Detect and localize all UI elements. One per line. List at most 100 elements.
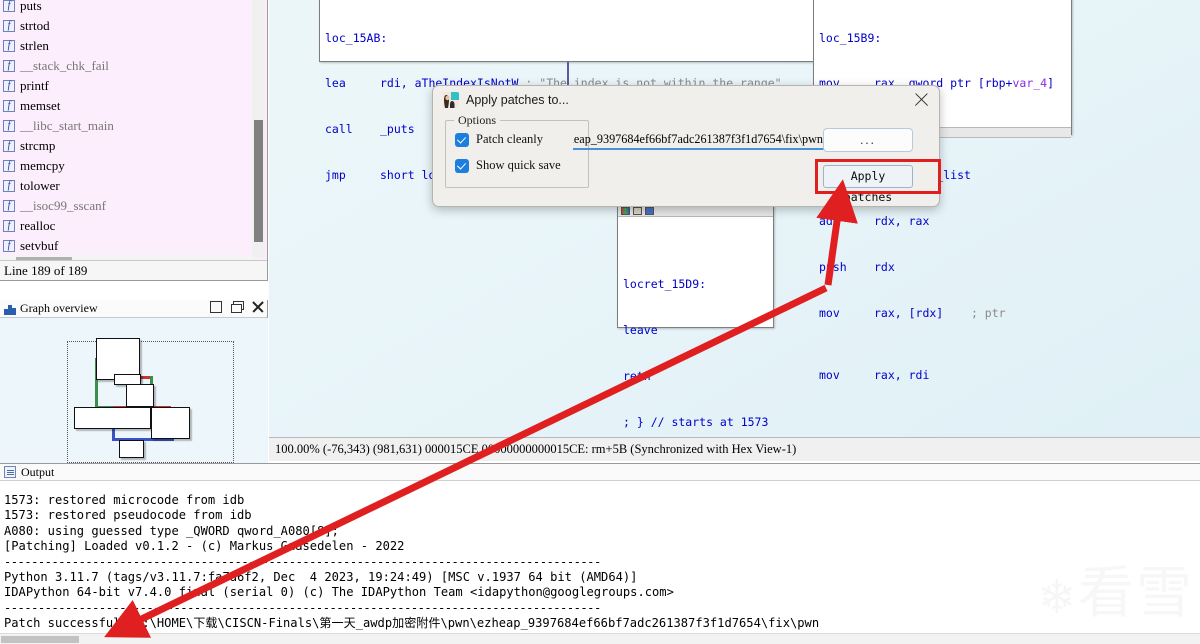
function-icon: f bbox=[3, 40, 15, 52]
asm-line: add rdx, rax bbox=[819, 214, 1066, 229]
output-icon bbox=[4, 466, 16, 478]
functions-panel: f puts f strtod f strlen f __stack_chk_fail f pri… bbox=[0, 0, 268, 281]
output-line: ----------------------------------------… bbox=[4, 554, 601, 569]
graph-overview-panel: Graph overview bbox=[0, 300, 268, 464]
output-scroll-thumb[interactable] bbox=[1, 636, 79, 643]
checkbox-indicator[interactable] bbox=[455, 158, 469, 173]
graph-node[interactable] bbox=[74, 407, 151, 429]
function-icon: f bbox=[3, 0, 15, 12]
maximize-icon[interactable] bbox=[210, 301, 222, 313]
restore-icon[interactable] bbox=[231, 301, 244, 313]
color-icon[interactable] bbox=[621, 207, 630, 215]
function-icon: f bbox=[3, 280, 15, 281]
function-icon: f bbox=[3, 180, 15, 192]
asm-line: mov rax, [rdx] ; ptr bbox=[819, 306, 1066, 321]
functions-vertical-scrollbar[interactable] bbox=[252, 0, 265, 258]
asm-line: mov rax, rdi bbox=[819, 368, 1066, 383]
function-list-item[interactable]: f __stack_chk_fail bbox=[0, 56, 250, 76]
function-name: strcmp bbox=[20, 138, 56, 153]
output-line: Patch successful: D:\HOME\下载\CISCN-Final… bbox=[4, 616, 820, 631]
output-line: IDAPython 64-bit v7.4.0 final (serial 0)… bbox=[4, 585, 674, 600]
function-name: strtod bbox=[20, 18, 50, 33]
graph-overview-title: Graph overview bbox=[20, 301, 98, 315]
close-icon[interactable] bbox=[252, 301, 264, 313]
function-name: memcpy bbox=[20, 158, 65, 173]
output-panel: Output 1573: restored microcode from idb… bbox=[0, 463, 1200, 644]
function-icon: f bbox=[3, 120, 15, 132]
asm-block-locret-15D9[interactable]: locret_15D9: leave retn ; } // starts at… bbox=[617, 204, 774, 429]
function-icon: f bbox=[3, 200, 15, 212]
output-line: [Patching] Loaded v0.1.2 - (c) Markus Ga… bbox=[4, 539, 405, 554]
checkbox-patch-cleanly[interactable]: Patch cleanly bbox=[455, 132, 588, 147]
function-name: puts bbox=[20, 0, 42, 13]
browse-button[interactable]: ... bbox=[823, 128, 913, 152]
function-list-item[interactable]: f __libc_start_main bbox=[0, 116, 250, 136]
checkbox-label: Patch cleanly bbox=[476, 132, 543, 146]
ida-graph-view[interactable]: loc_15AB: lea rdi, aTheIndexIsNotW ; "The… bbox=[269, 0, 1200, 437]
function-name: __isoc99_sscanf bbox=[20, 198, 106, 213]
asm-operands: rdx bbox=[874, 260, 895, 275]
asm-var: var_4 bbox=[1012, 76, 1048, 91]
function-list-item[interactable]: f strlen bbox=[0, 36, 250, 56]
checkbox-show-quick-save[interactable]: Show quick save bbox=[455, 158, 588, 173]
graph-node[interactable] bbox=[119, 440, 144, 458]
functions-list[interactable]: f puts f strtod f strlen f __stack_chk_fail f pri… bbox=[0, 0, 250, 281]
function-name: printf bbox=[20, 78, 49, 93]
function-icon: f bbox=[3, 20, 15, 32]
asm-mnemonic: add bbox=[819, 214, 840, 229]
function-list-item[interactable]: f memcpy bbox=[0, 156, 250, 176]
function-list-item[interactable]: f setvbuf bbox=[0, 236, 250, 256]
asm-mnemonic: push bbox=[819, 260, 847, 275]
asm-line: leave bbox=[623, 322, 658, 337]
function-name: realloc bbox=[20, 218, 56, 233]
function-list-item[interactable]: f strcmp bbox=[0, 136, 250, 156]
asm-operands: rax, [rdx] bbox=[874, 305, 944, 320]
close-icon[interactable] bbox=[914, 92, 929, 107]
list-icon[interactable] bbox=[645, 207, 654, 215]
asm-mnemonic: lea bbox=[325, 76, 346, 91]
functions-vertical-scroll-thumb[interactable] bbox=[254, 120, 263, 242]
output-horizontal-scrollbar[interactable] bbox=[0, 633, 1200, 644]
asm-block-label: loc_15B9: bbox=[819, 30, 882, 45]
function-list-item[interactable]: f __isoc99_sscanf bbox=[0, 196, 250, 216]
output-line: 1573: restored pseudocode from idb bbox=[4, 508, 252, 523]
zoom-icon[interactable] bbox=[633, 207, 642, 215]
graph-icon bbox=[4, 303, 16, 315]
function-list-item[interactable]: f memset bbox=[0, 96, 250, 116]
output-title-label: Output bbox=[21, 464, 55, 479]
function-list-item[interactable]: f tolower bbox=[0, 176, 250, 196]
function-name: __libc_start_main bbox=[20, 118, 114, 133]
checkbox-indicator[interactable] bbox=[455, 132, 469, 147]
output-line: ----------------------------------------… bbox=[4, 600, 601, 615]
checkbox-label: Show quick save bbox=[476, 158, 561, 172]
asm-block-label: loc_15AB: bbox=[325, 30, 388, 45]
asm-line: push rdx bbox=[819, 260, 1066, 275]
graph-overview-canvas[interactable] bbox=[0, 318, 268, 463]
apply-patches-button[interactable]: Apply patches bbox=[823, 165, 913, 204]
graph-node[interactable] bbox=[126, 384, 154, 407]
options-legend: Options bbox=[454, 113, 501, 128]
function-icon: f bbox=[3, 60, 15, 72]
asm-operands: rdx, rax bbox=[874, 214, 930, 229]
output-line: A080: using guessed type _QWORD qword_A0… bbox=[4, 523, 339, 538]
function-list-item[interactable]: f printf bbox=[0, 76, 250, 96]
function-list-item[interactable]: f realloc bbox=[0, 216, 250, 236]
function-list-item[interactable]: f strtod bbox=[0, 16, 250, 36]
function-list-item[interactable]: f puts bbox=[0, 0, 250, 16]
functions-line-status: Line 189 of 189 bbox=[0, 260, 267, 280]
asm-line: retn bbox=[623, 368, 651, 383]
function-name: strlen bbox=[20, 38, 49, 53]
output-line: 1573: restored microcode from idb bbox=[4, 493, 245, 507]
dialog-options-group: Options Patch cleanly Show quick save bbox=[445, 113, 589, 188]
output-log[interactable]: 1573: restored microcode from idb 1573: r… bbox=[0, 481, 1200, 632]
patch-path-input[interactable]: D:\HOME\下载\CISCN-Finals\第一天_awdp加密附件\pwn… bbox=[573, 129, 825, 150]
function-name: setvbuf bbox=[20, 238, 59, 253]
output-titlebar: Output bbox=[0, 464, 1200, 481]
asm-mnemonic: mov bbox=[819, 305, 840, 320]
function-icon: f bbox=[3, 160, 15, 172]
graph-node[interactable] bbox=[151, 407, 190, 439]
snowflake-watermark-icon: ❄ bbox=[1037, 570, 1076, 624]
function-name: tolower bbox=[20, 178, 60, 193]
asm-mnemonic: call bbox=[325, 122, 353, 137]
asm-block-loc-15AB[interactable]: loc_15AB: lea rdi, aTheIndexIsNotW ; "The… bbox=[319, 0, 816, 182]
